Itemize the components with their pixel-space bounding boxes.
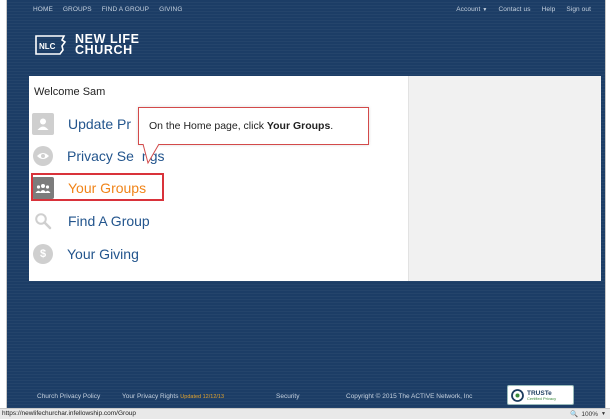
menu-item-update-profile[interactable]: Update Pr xyxy=(32,113,131,135)
welcome-message: Welcome Sam xyxy=(34,86,106,98)
browser-status-bar: https://newlifechurchar.infellowship.com… xyxy=(0,408,610,419)
menu-label-find-a-group: Find A Group xyxy=(68,213,150,229)
right-side-pane xyxy=(408,76,601,281)
status-url: https://newlifechurchar.infellowship.com… xyxy=(2,410,137,417)
magnifier-zoom-icon: 🔍 xyxy=(570,411,579,418)
tooltip-text-prefix: On the Home page, click xyxy=(149,120,267,132)
zoom-level: 100% xyxy=(581,410,599,418)
menu-label-update-profile: Update Pr xyxy=(68,116,132,132)
menu-item-your-groups[interactable]: Your Groups xyxy=(31,173,164,201)
tooltip-text-bold: Your Groups xyxy=(266,120,331,132)
truste-badge[interactable]: TRUSTe Certified Privacy xyxy=(507,385,574,405)
account-link[interactable]: Account xyxy=(456,6,480,13)
menu-label-privacy-settings: Privacy Se xyxy=(67,148,134,164)
updated-badge: Updated 12/12/13 xyxy=(180,394,225,400)
magnifier-icon xyxy=(32,210,54,232)
instruction-tooltip: On the Home page, click Your Groups. xyxy=(138,107,369,145)
logo-mark-text: NLC xyxy=(39,42,56,51)
chevron-down-icon: ▼ xyxy=(601,411,606,417)
top-navigation: HOME GROUPS FIND A GROUP GIVING Account … xyxy=(7,0,605,20)
tooltip-text-suffix: . xyxy=(330,120,334,132)
chevron-down-icon: ▼ xyxy=(482,6,488,13)
highlight-box xyxy=(31,173,164,201)
zoom-control[interactable]: 🔍 100% ▼ xyxy=(570,410,606,419)
truste-certified-text: Certified Privacy xyxy=(527,395,557,401)
sign-out-link[interactable]: Sign out xyxy=(566,6,591,13)
account-menu[interactable]: Account ▼ xyxy=(456,6,487,13)
nav-home-link[interactable]: HOME xyxy=(33,6,53,13)
menu-item-your-giving[interactable]: $ Your Giving xyxy=(32,243,139,265)
church-logo[interactable]: NLC NEW LIFE CHURCH xyxy=(34,33,140,57)
arkansas-state-icon: NLC xyxy=(34,34,70,56)
copyright-text: Copyright © 2015 The ACTIVE Network, Inc xyxy=(346,393,473,400)
privacy-rights-link[interactable]: Your Privacy Rights Updated 12/12/13 xyxy=(122,393,224,400)
person-icon xyxy=(32,113,54,135)
nav-groups-link[interactable]: GROUPS xyxy=(63,6,92,13)
contact-us-link[interactable]: Contact us xyxy=(498,6,530,13)
logo-line-2: CHURCH xyxy=(75,43,133,57)
dollar-icon: $ xyxy=(33,244,53,264)
privacy-rights-label: Your Privacy Rights xyxy=(122,393,179,400)
nav-giving-link[interactable]: GIVING xyxy=(159,6,182,13)
tooltip-pointer xyxy=(142,143,160,165)
help-link[interactable]: Help xyxy=(542,6,556,13)
browser-page: HOME GROUPS FIND A GROUP GIVING Account … xyxy=(6,0,606,408)
menu-label-your-giving: Your Giving xyxy=(67,246,139,262)
eye-icon xyxy=(33,146,53,166)
truste-logo-icon xyxy=(511,388,524,402)
nav-find-a-group-link[interactable]: FIND A GROUP xyxy=(102,6,149,13)
menu-item-find-a-group[interactable]: Find A Group xyxy=(32,210,150,232)
security-link[interactable]: Security xyxy=(276,393,299,400)
church-privacy-policy-link[interactable]: Church Privacy Policy xyxy=(37,393,100,400)
page-footer: Church Privacy Policy Your Privacy Right… xyxy=(7,385,605,405)
